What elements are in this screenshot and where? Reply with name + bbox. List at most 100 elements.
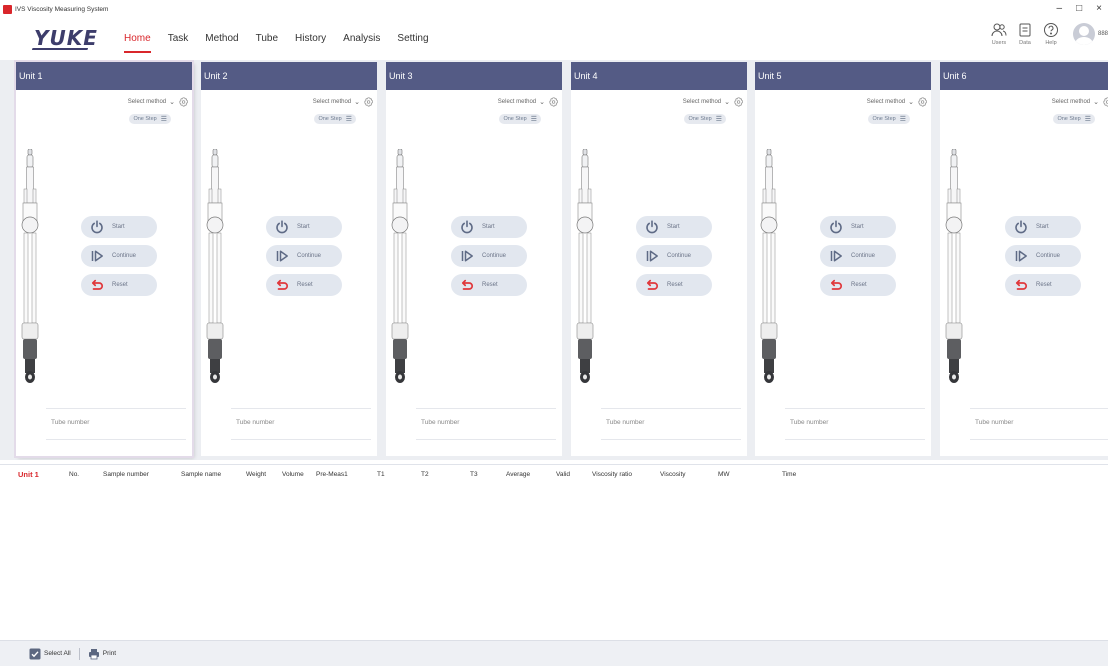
help-button[interactable]: Help bbox=[1039, 22, 1063, 46]
tube-number-label[interactable]: Tube number bbox=[790, 419, 828, 426]
tube-number-label[interactable]: Tube number bbox=[606, 419, 644, 426]
print-button[interactable]: Print bbox=[88, 648, 116, 660]
help-icon bbox=[1043, 23, 1058, 37]
method-select[interactable]: Select method ⌄ bbox=[1052, 97, 1108, 107]
power-icon bbox=[830, 220, 842, 234]
maximize-button[interactable]: □ bbox=[1076, 2, 1082, 16]
reset-icon bbox=[91, 279, 103, 290]
step-mode-toggle[interactable]: One Step ☰ bbox=[684, 114, 726, 124]
list-icon: ☰ bbox=[1084, 116, 1091, 123]
select-all-label: Select All bbox=[44, 650, 71, 657]
user-avatar[interactable] bbox=[1072, 23, 1095, 45]
chevron-down-icon: ⌄ bbox=[724, 99, 730, 106]
reset-label: Reset bbox=[482, 282, 498, 288]
reset-button[interactable]: Reset bbox=[636, 274, 712, 296]
continue-button[interactable]: Continue bbox=[636, 245, 712, 267]
method-select[interactable]: Select method ⌄ bbox=[683, 97, 744, 107]
main-nav: Home Task Method Tube History Analysis S… bbox=[124, 33, 429, 53]
reset-button[interactable]: Reset bbox=[266, 274, 342, 296]
start-button[interactable]: Start bbox=[636, 216, 712, 238]
divider bbox=[416, 439, 556, 440]
gear-icon[interactable] bbox=[734, 97, 744, 107]
nav-task[interactable]: Task bbox=[168, 33, 189, 44]
col-t3: T3 bbox=[470, 471, 478, 478]
power-icon bbox=[461, 220, 473, 234]
gear-icon[interactable] bbox=[1103, 97, 1108, 107]
reset-label: Reset bbox=[297, 282, 313, 288]
chevron-down-icon: ⌄ bbox=[169, 99, 175, 106]
start-button[interactable]: Start bbox=[820, 216, 896, 238]
viscometer-tube-image bbox=[391, 149, 409, 383]
step-mode-label: One Step bbox=[318, 116, 342, 122]
method-select[interactable]: Select method ⌄ bbox=[128, 97, 189, 107]
nav-home[interactable]: Home bbox=[124, 33, 151, 53]
reset-button[interactable]: Reset bbox=[451, 274, 527, 296]
users-button[interactable]: Users bbox=[987, 22, 1011, 46]
start-button[interactable]: Start bbox=[266, 216, 342, 238]
unit-title: Unit 3 bbox=[389, 71, 413, 81]
gear-icon[interactable] bbox=[549, 97, 559, 107]
col-t2: T2 bbox=[421, 471, 429, 478]
start-button[interactable]: Start bbox=[451, 216, 527, 238]
yuke-logo: YUKE bbox=[34, 26, 98, 50]
minimize-button[interactable]: – bbox=[1057, 2, 1063, 16]
users-icon bbox=[991, 23, 1007, 37]
reset-button[interactable]: Reset bbox=[820, 274, 896, 296]
unit-card-6: Unit 6 Select method ⌄ One Step ☰ Start … bbox=[940, 62, 1108, 456]
unit-card-1: Unit 1 Select method ⌄ One Step ☰ Start … bbox=[16, 62, 192, 456]
power-icon bbox=[276, 220, 288, 234]
divider bbox=[231, 439, 371, 440]
method-select[interactable]: Select method ⌄ bbox=[313, 97, 374, 107]
data-label: Data bbox=[1019, 40, 1031, 46]
nav-history[interactable]: History bbox=[295, 33, 326, 44]
reset-button[interactable]: Reset bbox=[81, 274, 157, 296]
continue-button[interactable]: Continue bbox=[820, 245, 896, 267]
method-select[interactable]: Select method ⌄ bbox=[867, 97, 928, 107]
step-mode-toggle[interactable]: One Step ☰ bbox=[314, 114, 356, 124]
start-button[interactable]: Start bbox=[81, 216, 157, 238]
nav-setting[interactable]: Setting bbox=[397, 33, 428, 44]
step-mode-toggle[interactable]: One Step ☰ bbox=[499, 114, 541, 124]
power-icon bbox=[91, 220, 103, 234]
close-button[interactable]: × bbox=[1096, 2, 1102, 16]
chevron-down-icon: ⌄ bbox=[354, 99, 360, 106]
unit-header: Unit 2 bbox=[201, 62, 377, 90]
app-icon bbox=[3, 4, 12, 14]
tube-number-label[interactable]: Tube number bbox=[421, 419, 459, 426]
list-icon: ☰ bbox=[530, 116, 537, 123]
main-navbar: YUKE Home Task Method Tube History Analy… bbox=[0, 18, 1108, 60]
reset-label: Reset bbox=[667, 282, 683, 288]
logo-underline bbox=[31, 48, 89, 50]
unit-title: Unit 4 bbox=[574, 71, 598, 81]
method-select[interactable]: Select method ⌄ bbox=[498, 97, 559, 107]
unit-header: Unit 1 bbox=[16, 62, 192, 90]
print-label: Print bbox=[102, 650, 117, 657]
method-select-label: Select method bbox=[1051, 99, 1091, 105]
continue-button[interactable]: Continue bbox=[266, 245, 342, 267]
start-button[interactable]: Start bbox=[1005, 216, 1081, 238]
gear-icon[interactable] bbox=[918, 97, 928, 107]
tube-number-label[interactable]: Tube number bbox=[51, 419, 89, 426]
col-weight: Weight bbox=[246, 471, 267, 478]
step-mode-toggle[interactable]: One Step ☰ bbox=[1053, 114, 1095, 124]
play-bar-icon bbox=[830, 250, 842, 262]
continue-button[interactable]: Continue bbox=[1005, 245, 1081, 267]
continue-button[interactable]: Continue bbox=[81, 245, 157, 267]
select-all-button[interactable]: Select All bbox=[29, 648, 71, 660]
gear-icon[interactable] bbox=[364, 97, 374, 107]
data-button[interactable]: Data bbox=[1013, 22, 1037, 46]
tube-number-label[interactable]: Tube number bbox=[975, 419, 1013, 426]
step-mode-toggle[interactable]: One Step ☰ bbox=[868, 114, 910, 124]
gear-icon[interactable] bbox=[179, 97, 189, 107]
nav-analysis[interactable]: Analysis bbox=[343, 33, 380, 44]
step-mode-toggle[interactable]: One Step ☰ bbox=[129, 114, 171, 124]
tube-number-label[interactable]: Tube number bbox=[236, 419, 274, 426]
reset-button[interactable]: Reset bbox=[1005, 274, 1081, 296]
nav-method[interactable]: Method bbox=[205, 33, 238, 44]
unit-title: Unit 5 bbox=[758, 71, 782, 81]
continue-button[interactable]: Continue bbox=[451, 245, 527, 267]
start-label: Start bbox=[1036, 224, 1049, 230]
checkbox-icon bbox=[29, 648, 41, 659]
nav-tube[interactable]: Tube bbox=[256, 33, 278, 44]
printer-icon bbox=[88, 648, 99, 659]
